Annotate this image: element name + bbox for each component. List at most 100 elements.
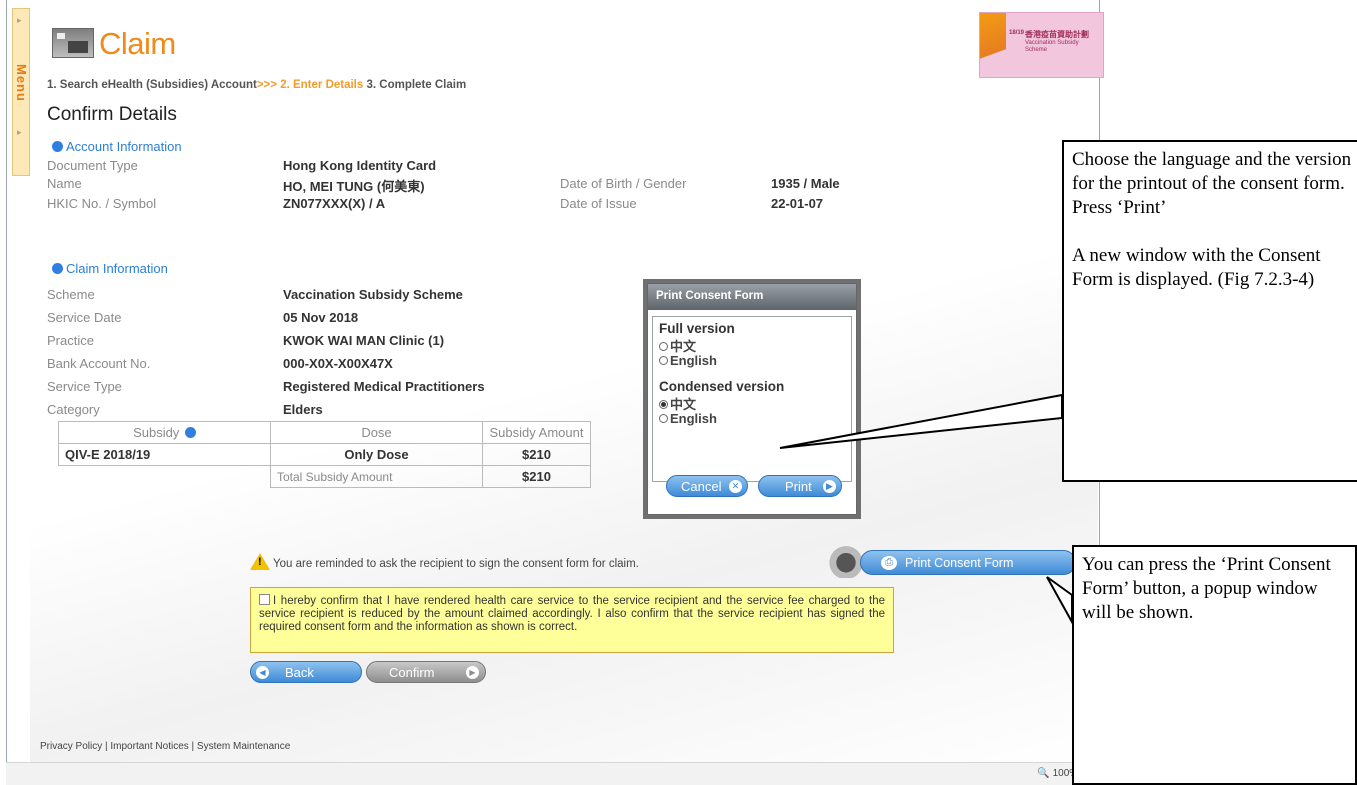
step-3: 3. Complete Claim (366, 79, 467, 91)
button-label: Print (785, 479, 812, 494)
total-value: $210 (482, 465, 591, 488)
warning-icon (250, 553, 270, 570)
empty-cell (59, 466, 271, 488)
table-total-row: Total Subsidy Amount $210 (59, 465, 591, 488)
header-dose: Dose (270, 421, 483, 444)
scheme-logo: 18/19 香港疫苗資助計劃 Vaccination Subsidy Schem… (979, 12, 1104, 79)
popup-title: Print Consent Form (648, 284, 856, 310)
radio-full-english[interactable]: English (659, 353, 845, 370)
button-label: Cancel (681, 479, 722, 494)
radio-full-chinese[interactable]: 中文 (659, 336, 845, 354)
callout-print-instructions: Choose the language and the version for … (1062, 140, 1357, 482)
value-service-date: 05 Nov 2018 (283, 310, 359, 325)
value-date-of-issue: 22-01-07 (771, 196, 824, 211)
page-title: Confirm Details (47, 104, 177, 125)
radio-selected-icon[interactable] (659, 400, 668, 409)
total-label: Total Subsidy Amount (270, 465, 483, 488)
value-name: HO, MEI TUNG (何美東) (283, 179, 425, 194)
info-icon[interactable] (184, 427, 196, 438)
print-consent-popup: Print Consent Form Full version 中文 Engli… (647, 283, 857, 515)
table-row: QIV-E 2018/19 Only Dose $210 (58, 443, 591, 466)
radio-icon[interactable] (659, 342, 668, 351)
label-name: Name (47, 176, 82, 191)
label-scheme: Scheme (47, 287, 95, 302)
menu-label: Menu (14, 64, 29, 102)
value-practice: KWOK WAI MAN Clinic (1) (283, 333, 445, 348)
cell-dose: Only Dose (270, 443, 483, 466)
step-1: 1. Search eHealth (Subsidies) Account (47, 79, 257, 91)
claim-info-heading: Claim Information (52, 261, 168, 276)
header-subsidy: Subsidy (58, 421, 271, 444)
button-label: Confirm (389, 665, 435, 680)
declaration-checkbox[interactable] (259, 594, 270, 605)
option-label: English (670, 411, 717, 426)
confirm-button[interactable]: Confirm ▶ (366, 661, 486, 683)
section-label: Claim Information (66, 261, 168, 276)
bullet-icon (52, 263, 63, 274)
logo-chinese-text: 香港疫苗資助計劃 (1025, 30, 1089, 39)
option-label: 中文 (670, 339, 697, 354)
bullet-icon (52, 141, 63, 152)
button-label: Back (285, 665, 314, 680)
reminder-text: You are reminded to ask the recipient to… (273, 558, 639, 570)
popup-cancel-button[interactable]: Cancel ✕ (666, 475, 748, 497)
step-separator: >>> (256, 79, 277, 91)
value-category: Elders (283, 402, 323, 417)
chevron-right-icon: ▶ (466, 666, 479, 679)
option-label: 中文 (670, 397, 697, 412)
claim-icon (52, 28, 94, 58)
radio-icon[interactable] (659, 356, 668, 365)
header-label: Subsidy (133, 425, 180, 440)
step-2-current: 2. Enter Details (280, 79, 364, 91)
value-hkic: ZN077XXX(X) / A (283, 196, 386, 211)
chevron-left-icon: ◀ (256, 666, 269, 679)
label-hkic: HKIC No. / Symbol (47, 196, 157, 211)
chevron-right-icon: ▸ (17, 15, 22, 25)
radio-condensed-chinese[interactable]: 中文 (659, 394, 845, 412)
browser-status-bar: 🔍 100% ▾ (6, 762, 1100, 785)
label-dob-gender: Date of Birth / Gender (560, 176, 687, 191)
button-label: Print Consent Form (905, 556, 1014, 570)
callout-print-consent-button: You can press the ‘Print Consent Form’ b… (1072, 545, 1357, 785)
declaration-box: I hereby confirm that I have rendered he… (250, 587, 894, 653)
popup-print-button[interactable]: Print ▶ (758, 475, 842, 497)
full-version-heading: Full version (659, 321, 735, 336)
close-icon: ✕ (729, 480, 742, 493)
subsidy-table: Subsidy Dose Subsidy Amount QIV-E 2018/1… (58, 421, 591, 488)
condensed-version-heading: Condensed version (659, 379, 785, 394)
radio-condensed-english[interactable]: English (659, 411, 845, 428)
label-document-type: Document Type (47, 158, 138, 173)
declaration-text: I hereby confirm that I have rendered he… (259, 595, 885, 633)
value-scheme: Vaccination Subsidy Scheme (283, 287, 463, 302)
value-service-type: Registered Medical Practitioners (283, 379, 485, 394)
page-content: Claim 1. Search eHealth (Subsidies) Acco… (30, 0, 1104, 762)
callout1-text: Choose the language and the version for … (1072, 149, 1352, 218)
logo-stripe (980, 13, 1006, 79)
section-label: Account Information (66, 139, 182, 154)
cell-amount: $210 (482, 443, 591, 466)
print-consent-form-button[interactable]: ⎙ Print Consent Form (860, 550, 1076, 575)
label-bank-account: Bank Account No. (47, 356, 151, 371)
logo-badge: 18/19 (1009, 30, 1025, 36)
label-practice: Practice (47, 333, 94, 348)
back-button[interactable]: ◀ Back (250, 661, 362, 683)
label-date-of-issue: Date of Issue (560, 196, 637, 211)
step-breadcrumb: 1. Search eHealth (Subsidies) Account>>>… (47, 79, 466, 91)
account-info-heading: Account Information (52, 139, 182, 154)
chevron-right-icon: ▶ (823, 480, 836, 493)
value-document-type: Hong Kong Identity Card (283, 158, 437, 173)
table-header-row: Subsidy Dose Subsidy Amount (58, 421, 591, 444)
chevron-right-icon: ▸ (17, 127, 22, 137)
page-heading: Claim (99, 26, 176, 61)
popup-body: Full version 中文 English Condensed versio… (652, 316, 852, 482)
radio-icon[interactable] (659, 414, 668, 423)
side-menu-tab[interactable]: ▸ Menu ▸ (12, 8, 30, 176)
footer-links[interactable]: Privacy Policy | Important Notices | Sys… (40, 741, 290, 752)
callout1-text-2: A new window with the Consent Form is di… (1072, 245, 1321, 290)
cell-subsidy: QIV-E 2018/19 (58, 443, 271, 466)
option-label: English (670, 353, 717, 368)
header-subsidy-amount: Subsidy Amount (482, 421, 591, 444)
label-category: Category (47, 402, 100, 417)
consent-reminder: You are reminded to ask the recipient to… (250, 553, 639, 570)
printer-small-icon: ⎙ (881, 556, 897, 570)
